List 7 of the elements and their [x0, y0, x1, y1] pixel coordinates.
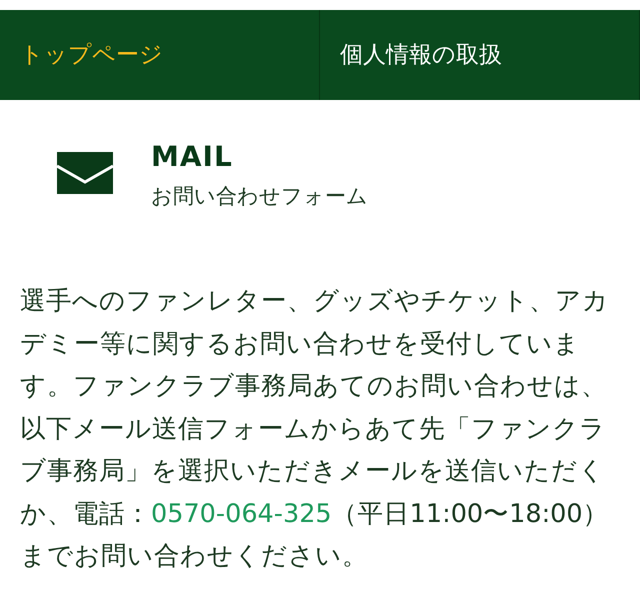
nav-tab[interactable]: トップページ	[0, 10, 320, 100]
phone-link[interactable]: 0570-064-325	[151, 498, 332, 529]
heading-title: MAIL	[151, 142, 234, 173]
nav-tab[interactable]: 個人情報の取扱	[320, 10, 640, 100]
heading-subtitle: お問い合わせフォーム	[151, 182, 368, 210]
intro-paragraph: 選手へのファンレター、グッズやチケット、アカデミー等に関するお問い合わせを受付しています。ファンクラブ事務局あてのお問い合わせは、以下メール送信フォームからあて先「ファンクラブ事務局」を選択いただきメールを送信いただくか、電話：0570-064-325（平日11:00〜18:00）までお問い合わせください。	[20, 285, 610, 574]
envelope-icon	[57, 152, 113, 194]
